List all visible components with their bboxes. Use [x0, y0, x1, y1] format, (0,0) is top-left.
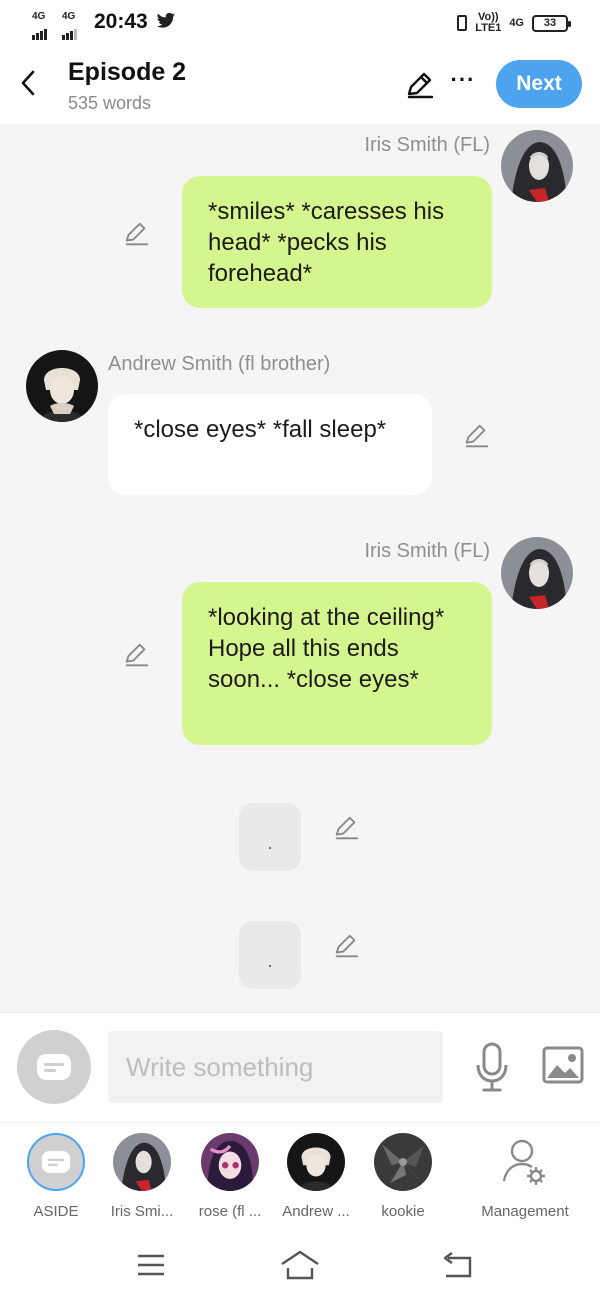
next-button[interactable]: Next: [496, 60, 582, 108]
message-speaker: Iris Smith (FL): [364, 540, 490, 562]
management-icon-wrap: [496, 1133, 554, 1191]
signal-2: 4G: [62, 12, 75, 22]
management-button[interactable]: Management: [470, 1133, 580, 1220]
more-icon: ···: [450, 67, 476, 92]
composer: [0, 1012, 600, 1122]
character-andrew[interactable]: Andrew ...: [271, 1133, 361, 1220]
avatar-image: [287, 1133, 345, 1191]
aside-icon: [37, 1054, 71, 1080]
image-icon[interactable]: [542, 1045, 584, 1085]
pencil-icon: [407, 72, 434, 99]
home-icon[interactable]: [280, 1248, 320, 1282]
status-bar: 4G 4G 20:43 Vo)) LTE1 4G 33: [0, 0, 600, 46]
edit-episode-button[interactable]: [402, 68, 436, 102]
character-label: ASIDE: [33, 1203, 79, 1220]
edit-message-icon[interactable]: [462, 422, 490, 450]
network-type-2: 4G: [62, 11, 76, 22]
message-speaker: Iris Smith (FL): [364, 134, 490, 156]
aside-bubble[interactable]: .: [239, 803, 301, 871]
avatar: [113, 1133, 171, 1191]
message-bubble[interactable]: *close eyes* *fall sleep*: [108, 394, 432, 495]
character-label: rose (fl ...: [198, 1203, 262, 1220]
signal-bars-1-icon: [32, 22, 48, 40]
character-aside[interactable]: ASIDE: [11, 1133, 101, 1220]
avatar-image: [374, 1133, 432, 1191]
character-kookie[interactable]: kookie: [358, 1133, 448, 1220]
character-label: kookie: [381, 1203, 425, 1220]
character-label: Andrew ...: [282, 1203, 350, 1220]
avatar-image: [201, 1133, 259, 1191]
management-icon: [502, 1139, 545, 1185]
avatar: [374, 1133, 432, 1191]
avatar: [201, 1133, 259, 1191]
avatar-image: [113, 1133, 171, 1191]
message-bubble[interactable]: *smiles* *caresses his head* *pecks his …: [182, 176, 492, 308]
chevron-left-icon: [21, 70, 35, 96]
edit-message-icon[interactable]: [122, 220, 150, 248]
aside-avatar: [27, 1133, 85, 1191]
network-type-3: 4G: [509, 17, 524, 29]
word-count: 535 words: [68, 93, 152, 113]
back-button[interactable]: [14, 66, 42, 100]
aside-icon: [41, 1151, 71, 1173]
edit-message-icon[interactable]: [332, 814, 360, 842]
status-time: 20:43: [94, 10, 148, 33]
battery-indicator: 33: [532, 14, 571, 32]
character-label: Iris Smi...: [110, 1203, 174, 1220]
aside-bubble[interactable]: .: [239, 921, 301, 989]
avatar-andrew-smith[interactable]: [26, 350, 98, 422]
episode-title: Episode 2: [68, 58, 187, 86]
microphone-icon[interactable]: [474, 1041, 510, 1093]
back-nav-icon[interactable]: [436, 1248, 476, 1282]
message-bubble[interactable]: *looking at the ceiling* Hope all this e…: [182, 582, 492, 745]
volte-indicator: Vo)) LTE1: [475, 11, 502, 34]
avatar-image: [26, 350, 98, 422]
avatar-image: [501, 130, 573, 202]
status-right: Vo)) LTE1 4G 33: [457, 10, 571, 36]
signal-bars-2-icon: [62, 22, 78, 40]
signal-1: 4G: [32, 12, 45, 22]
avatar: [287, 1133, 345, 1191]
message-input[interactable]: [108, 1031, 443, 1103]
character-iris-smith[interactable]: Iris Smi...: [97, 1133, 187, 1220]
menu-icon[interactable]: [130, 1248, 170, 1282]
avatar-iris-smith[interactable]: [501, 537, 573, 609]
aside-toggle-button[interactable]: [17, 1030, 91, 1104]
chat-area[interactable]: Iris Smith (FL) *smiles* *caresses his h…: [0, 124, 600, 1012]
character-label: Management: [481, 1203, 569, 1220]
more-options-button[interactable]: ···: [448, 68, 478, 102]
avatar-image: [501, 537, 573, 609]
edit-message-icon[interactable]: [122, 641, 150, 669]
edit-message-icon[interactable]: [332, 932, 360, 960]
episode-header: Episode 2 535 words ··· Next: [0, 46, 600, 124]
message-speaker: Andrew Smith (fl brother): [108, 353, 331, 375]
vibrate-icon: [457, 15, 468, 31]
network-type-1: 4G: [32, 11, 46, 22]
character-selector: ASIDE Iris Smi... rose (fl ... Andrew ..…: [0, 1122, 600, 1230]
system-navigation-bar: [0, 1230, 600, 1300]
character-rose[interactable]: rose (fl ...: [185, 1133, 275, 1220]
twitter-icon: [156, 12, 176, 28]
avatar-iris-smith[interactable]: [501, 130, 573, 202]
